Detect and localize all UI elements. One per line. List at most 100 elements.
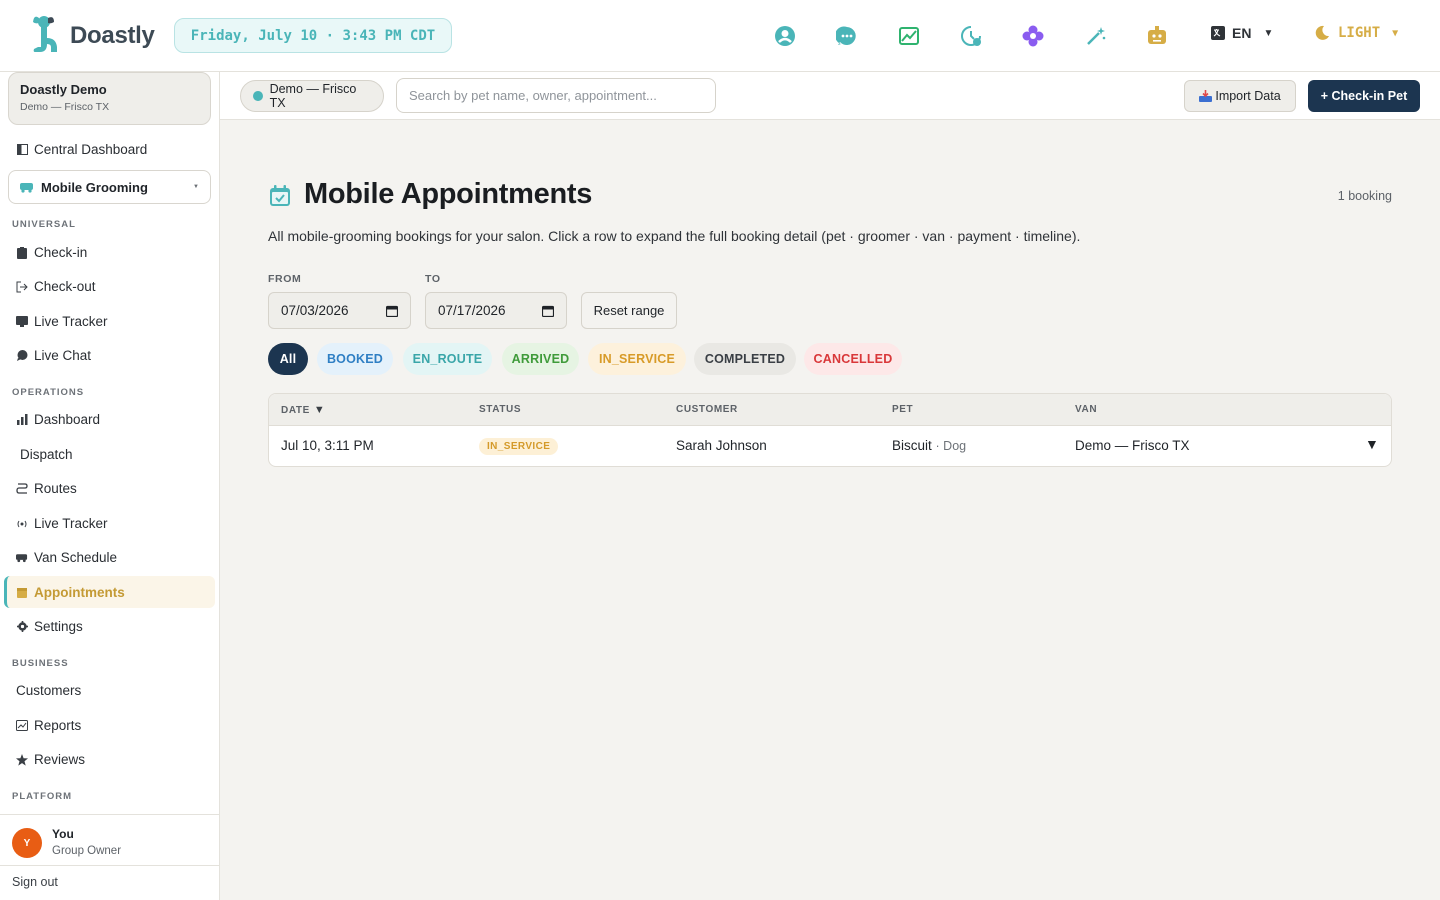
gear-icon <box>16 621 28 633</box>
location-pill[interactable]: Demo — Frisco TX <box>240 80 384 112</box>
history-clock-icon[interactable] <box>958 23 984 49</box>
sidebar-item-dispatch[interactable]: Dispatch <box>20 447 73 462</box>
brand-logo[interactable]: Doastly <box>30 14 155 58</box>
sidebar-item-reviews[interactable]: Reviews <box>16 752 85 767</box>
import-data-label: Import Data <box>1215 89 1281 103</box>
section-universal: UNIVERSAL <box>12 219 76 230</box>
monitor-icon <box>16 316 28 328</box>
flower-icon[interactable] <box>1020 23 1046 49</box>
column-header-van: VAN <box>1075 404 1098 415</box>
user-circle-icon[interactable] <box>772 23 798 49</box>
section-platform: PLATFORM <box>12 791 73 802</box>
sidebar-item-routes[interactable]: Routes <box>16 481 77 496</box>
bar-chart-icon <box>16 414 28 426</box>
user-role: Group Owner <box>52 845 122 857</box>
language-selector[interactable]: EN ▼ <box>1210 25 1273 41</box>
column-header-status: STATUS <box>479 404 522 415</box>
booking-count: 1 booking <box>1337 189 1392 203</box>
dog-logo-icon <box>33 16 57 52</box>
table-header: DATE ▼ STATUS CUSTOMER PET VAN <box>269 394 1391 426</box>
check-in-pet-button[interactable]: + Check-in Pet <box>1308 80 1420 112</box>
to-label: TO <box>425 273 441 285</box>
sidebar-item-van-schedule[interactable]: Van Schedule <box>16 550 117 565</box>
import-data-button[interactable]: Import Data <box>1184 80 1296 112</box>
sign-out-link[interactable]: Sign out <box>12 875 58 889</box>
chat-bubble-icon[interactable] <box>834 23 860 49</box>
sidebar-item-label: Routes <box>34 481 77 496</box>
filter-chip-in-service[interactable]: IN_SERVICE <box>588 343 686 375</box>
reset-range-button[interactable]: Reset range <box>581 292 677 329</box>
from-date-input[interactable]: 07/03/2026 <box>268 292 411 329</box>
sidebar-item-label: Van Schedule <box>34 550 118 565</box>
section-business: BUSINESS <box>12 658 69 669</box>
calendar-icon <box>16 587 28 599</box>
status-badge: IN_SERVICE <box>479 438 559 455</box>
section-operations: OPERATIONS <box>12 387 85 398</box>
filter-chip-cancelled[interactable]: CANCELLED <box>804 343 902 375</box>
expand-row-icon[interactable]: ▼ <box>1365 436 1379 452</box>
module-label: Mobile Grooming <box>41 179 148 195</box>
sidebar-item-live-chat[interactable]: Live Chat <box>16 348 91 363</box>
pet-name: Biscuit <box>892 438 932 453</box>
tenant-location: Demo — Frisco TX <box>20 101 110 113</box>
filter-chip-completed[interactable]: COMPLETED <box>694 343 796 375</box>
theme-label: LIGHT <box>1338 25 1381 41</box>
from-date-value: 07/03/2026 <box>281 303 349 318</box>
to-date-input[interactable]: 07/17/2026 <box>425 292 567 329</box>
theme-selector[interactable]: LIGHT ▼ <box>1314 25 1398 41</box>
column-header-customer: CUSTOMER <box>676 404 738 415</box>
exit-icon <box>16 281 28 293</box>
avatar: Y <box>12 828 42 858</box>
sidebar-item-appointments[interactable]: Appointments <box>16 585 125 600</box>
search-input[interactable] <box>396 78 716 113</box>
robot-icon[interactable] <box>1144 23 1170 49</box>
top-bar: Doastly Friday, July 10 · 3:43 PM CDT EN… <box>0 0 1440 72</box>
sidebar-item-central-dashboard[interactable]: Central Dashboard <box>16 142 147 157</box>
sidebar-item-label: Check-out <box>34 279 96 294</box>
sidebar-item-label: Appointments <box>34 585 125 600</box>
tenant-card[interactable]: Doastly Demo Demo — Frisco TX <box>8 72 211 125</box>
filter-chip-all[interactable]: All <box>268 343 308 375</box>
sidebar-item-label: Dashboard <box>34 412 101 427</box>
sort-desc-icon: ▼ <box>313 404 326 416</box>
calendar-icon[interactable] <box>386 305 398 317</box>
chat-icon <box>16 350 28 362</box>
user-card[interactable]: Y You Group Owner <box>0 814 219 866</box>
sidebar-item-label: Customers <box>16 683 82 698</box>
sidebar-item-label: Central Dashboard <box>34 142 148 157</box>
star-icon <box>16 753 28 766</box>
sidebar-item-check-out[interactable]: Check-out <box>16 279 96 294</box>
sidebar-item-check-in[interactable]: Check-in <box>16 245 87 260</box>
filter-chip-booked[interactable]: BOOKED <box>317 343 393 375</box>
module-select[interactable]: Mobile Grooming ▼ <box>8 170 211 204</box>
sidebar-item-live-tracker[interactable]: Live Tracker <box>16 314 108 329</box>
calendar-icon[interactable] <box>542 305 554 317</box>
filter-chip-arrived[interactable]: ARRIVED <box>502 343 579 375</box>
datetime-display: Friday, July 10 · 3:43 PM CDT <box>174 18 452 53</box>
sidebar-item-reports[interactable]: Reports <box>16 718 81 733</box>
sidebar-item-label: Reviews <box>34 752 86 767</box>
sidebar-item-live-tracker-ops[interactable]: Live Tracker <box>16 516 108 531</box>
page-title: Mobile Appointments <box>304 178 593 210</box>
sidebar-item-dashboard[interactable]: Dashboard <box>16 412 100 427</box>
dashboard-icon <box>16 144 28 156</box>
sidebar-item-customers[interactable]: Customers <box>16 683 81 698</box>
sidebar-item-label: Dispatch <box>20 447 73 462</box>
broadcast-icon <box>16 518 28 530</box>
status-dot-icon <box>253 91 263 101</box>
image-chart-icon[interactable] <box>896 23 922 49</box>
tenant-name: Doastly Demo <box>20 82 107 97</box>
sidebar-item-label: Live Tracker <box>34 516 108 531</box>
user-name: You <box>52 827 74 841</box>
filter-chip-en-route[interactable]: EN_ROUTE <box>403 343 492 375</box>
chevron-down-icon: ▼ <box>1263 27 1274 39</box>
magic-wand-icon[interactable] <box>1083 23 1109 49</box>
sidebar-item-settings[interactable]: Settings <box>16 619 83 634</box>
route-icon <box>16 483 28 495</box>
column-header-date[interactable]: DATE ▼ <box>281 404 325 416</box>
cell-date: Jul 10, 3:11 PM <box>281 438 374 453</box>
sidebar-item-label: Settings <box>34 619 83 634</box>
sidebar-item-label: Live Tracker <box>34 314 108 329</box>
from-label: FROM <box>268 273 302 285</box>
language-label: EN <box>1232 25 1252 41</box>
